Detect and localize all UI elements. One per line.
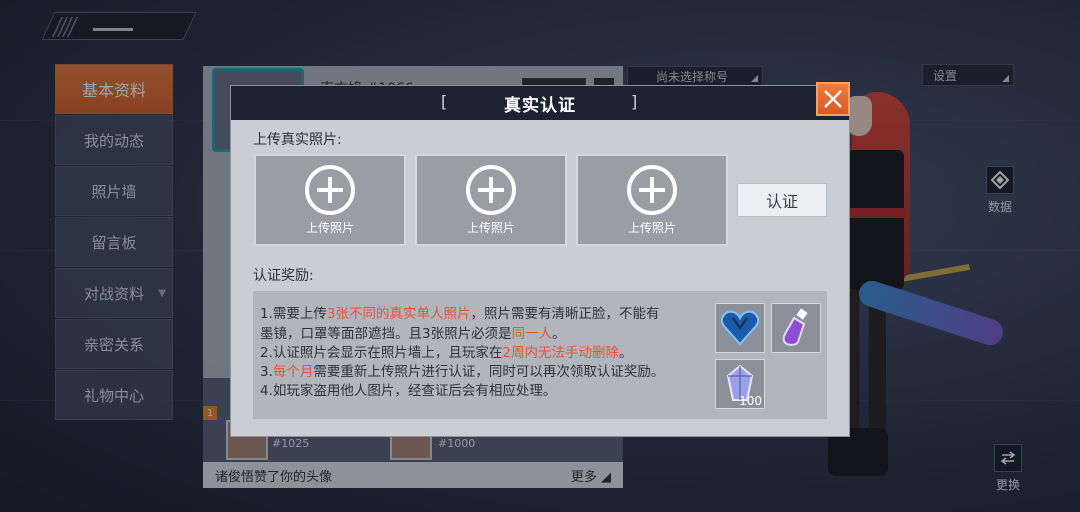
- rule-text: 需要重新上传照片进行认证，同时可以再次领取认证奖励。: [313, 364, 665, 380]
- upload-photo-slot[interactable]: 上传照片: [576, 154, 728, 246]
- rule-line-5: 4.如玩家盗用他人图片，经查证后会有相应处理。: [260, 383, 557, 399]
- rule-text: 2.认证照片会显示在照片墙上，且玩家在: [260, 345, 503, 361]
- reward-count: 100: [739, 394, 762, 408]
- modal-header: [ 真实认证 ]: [231, 86, 849, 120]
- rule-text: 1.需要上传: [260, 306, 327, 322]
- upload-photo-slot[interactable]: 上传照片: [254, 154, 406, 246]
- heart-gem-icon: [720, 310, 760, 346]
- plus-icon: [305, 164, 355, 215]
- plus-icon: [627, 164, 677, 215]
- bracket-right: ]: [631, 92, 638, 111]
- rule-line-3: 2.认证照片会显示在照片墙上，且玩家在2周内无法手动删除。: [260, 343, 632, 363]
- reward-item[interactable]: [715, 303, 765, 353]
- bracket-left: [: [441, 92, 448, 111]
- upload-slot-label: 上传照片: [627, 220, 676, 235]
- reward-section-label: 认证奖励:: [253, 268, 314, 284]
- rule-highlight: 每个月: [272, 364, 314, 380]
- rule-highlight: 3张不同的真实单人照片: [326, 306, 471, 322]
- rule-line-4: 3.每个月需要重新上传照片进行认证，同时可以再次领取认证奖励。: [260, 362, 664, 382]
- modal-title: 真实认证: [504, 95, 576, 116]
- upload-section-label: 上传真实照片:: [253, 132, 342, 148]
- rule-highlight: 同一人: [511, 326, 553, 342]
- potion-icon: [782, 308, 808, 346]
- close-button[interactable]: [816, 82, 850, 116]
- rule-text: 3.: [260, 364, 273, 380]
- rule-text: ，照片需要有清晰正脸，不能有: [470, 306, 660, 322]
- rule-highlight: 2周内无法手动删除: [502, 345, 619, 361]
- upload-photo-slot[interactable]: 上传照片: [415, 154, 567, 246]
- rule-line-1: 1.需要上传3张不同的真实单人照片，照片需要有清晰正脸，不能有: [260, 304, 659, 324]
- verify-button[interactable]: 认证: [737, 183, 827, 217]
- upload-slot-label: 上传照片: [466, 220, 515, 235]
- close-icon: [824, 90, 842, 108]
- reward-item[interactable]: 100: [715, 359, 765, 409]
- rule-text: 墨镜，口罩等面部遮挡。且3张照片必须是: [260, 326, 512, 342]
- rule-text: 。: [552, 326, 566, 342]
- rule-text: 。: [618, 345, 633, 361]
- rule-line-2: 墨镜，口罩等面部遮挡。且3张照片必须是同一人。: [260, 324, 566, 344]
- plus-icon: [466, 164, 516, 215]
- upload-slot-label: 上传照片: [305, 220, 354, 235]
- reward-item[interactable]: [771, 303, 821, 353]
